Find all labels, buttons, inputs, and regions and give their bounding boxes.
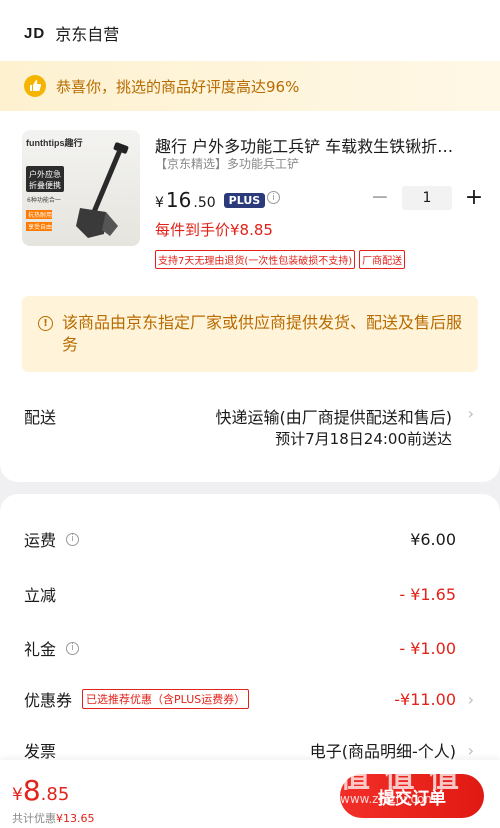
vendor-notice: ! 该商品由京东指定厂家或供应商提供发货、配送及售后服务: [22, 296, 478, 372]
product-price: ¥ 16 .50 PLUS: [155, 188, 266, 212]
gift-label: 礼金: [24, 640, 57, 659]
shipping-label: 配送: [24, 408, 57, 427]
quantity-stepper: − 1 +: [370, 186, 484, 210]
price-dec: .50: [193, 195, 216, 211]
shipping-chevron-icon[interactable]: ›: [468, 404, 474, 423]
product-image-line-4: 抗热耐用: [28, 211, 52, 219]
order-card: JD 京东自营 恭喜你，挑选的商品好评度高达96% funthtips趣行 户外…: [0, 0, 500, 482]
praise-text: 恭喜你，挑选的商品好评度高达96%: [56, 77, 300, 96]
return-policy-tag: 支持7天无理由退货(一次性包装破损不支持): [155, 250, 356, 269]
invoice-value: 电子(商品明细-个人): [309, 742, 456, 761]
gift-info-icon[interactable]: i: [66, 641, 80, 655]
thumbs-up-icon: [24, 75, 46, 97]
jd-logo: JD: [24, 24, 46, 42]
freight-row: 运费 i ¥6.00: [24, 526, 456, 552]
product-image-line-2: 折叠便携: [29, 180, 61, 190]
reduce-value: - ¥1.65: [399, 584, 456, 604]
checkout-bar: ¥ 8 .85 共计优惠¥13.65 提交订单: [0, 760, 500, 828]
total-dec: .85: [40, 784, 70, 805]
gift-row: 礼金 i - ¥1.00: [24, 635, 456, 661]
plus-badge: PLUS: [223, 192, 266, 208]
invoice-chevron-icon[interactable]: ›: [468, 741, 474, 760]
product-subtitle: 【京东精选】多功能兵工铲: [155, 157, 300, 171]
discount-label: 共计优惠: [12, 812, 56, 825]
freight-info-icon[interactable]: i: [66, 532, 80, 546]
coupon-row[interactable]: 优惠券 已选推荐优惠（含PLUS运费券） -¥11.00: [24, 686, 456, 712]
reduce-label: 立减: [24, 586, 57, 605]
total-int: 8: [22, 774, 41, 807]
total-price: ¥ 8 .85: [12, 774, 69, 807]
final-price: 每件到手价¥8.85: [155, 221, 273, 239]
coupon-value: -¥11.00: [394, 689, 456, 709]
price-int: 16: [165, 188, 192, 212]
freight-value: ¥6.00: [410, 529, 456, 549]
total-yen: ¥: [12, 785, 23, 805]
quantity-input[interactable]: 1: [402, 186, 452, 210]
coupon-chevron-icon[interactable]: ›: [468, 690, 474, 709]
warning-icon: !: [38, 316, 53, 331]
shop-header[interactable]: JD 京东自营: [24, 21, 119, 45]
product-image-line-3: 6种功能合一: [27, 196, 61, 204]
price-info-icon[interactable]: i: [267, 191, 280, 204]
shipping-eta: 预计7月18日24:00前送达: [275, 430, 452, 448]
price-yen: ¥: [155, 195, 164, 211]
discount-value: ¥13.65: [56, 812, 95, 825]
gift-value: - ¥1.00: [399, 638, 456, 658]
product-image-line-5: 享受自由: [28, 223, 52, 231]
shipping-method[interactable]: 快递运输(由厂商提供配送和售后): [216, 404, 453, 428]
total-discount: 共计优惠¥13.65: [12, 810, 95, 826]
vendor-delivery-tag: 厂商配送: [359, 250, 406, 269]
vendor-notice-text: 该商品由京东指定厂家或供应商提供发货、配送及售后服务: [62, 313, 463, 354]
service-tags: 支持7天无理由退货(一次性包装破损不支持) 厂商配送: [155, 250, 406, 269]
increase-button[interactable]: +: [464, 187, 484, 209]
reduce-row: 立减 - ¥1.65: [24, 581, 456, 607]
freight-label: 运费: [24, 531, 57, 550]
coupon-label: 优惠券: [24, 691, 73, 710]
praise-banner: 恭喜你，挑选的商品好评度高达96%: [0, 61, 500, 111]
product-title[interactable]: 趣行 户外多功能工兵铲 车载救生铁锹折…: [155, 133, 480, 157]
coupon-tag: 已选推荐优惠（含PLUS运费券）: [82, 689, 250, 709]
product-image-brand: funthtips趣行: [26, 137, 83, 148]
product-image[interactable]: funthtips趣行 户外应急 折叠便携 6种功能合一 抗热耐用 享受自由: [22, 130, 140, 246]
shop-name: 京东自营: [55, 25, 120, 44]
product-image-line-1: 户外应急: [29, 169, 61, 179]
decrease-button[interactable]: −: [370, 187, 390, 209]
invoice-label: 发票: [24, 742, 57, 761]
submit-order-button[interactable]: 提交订单: [340, 774, 484, 818]
